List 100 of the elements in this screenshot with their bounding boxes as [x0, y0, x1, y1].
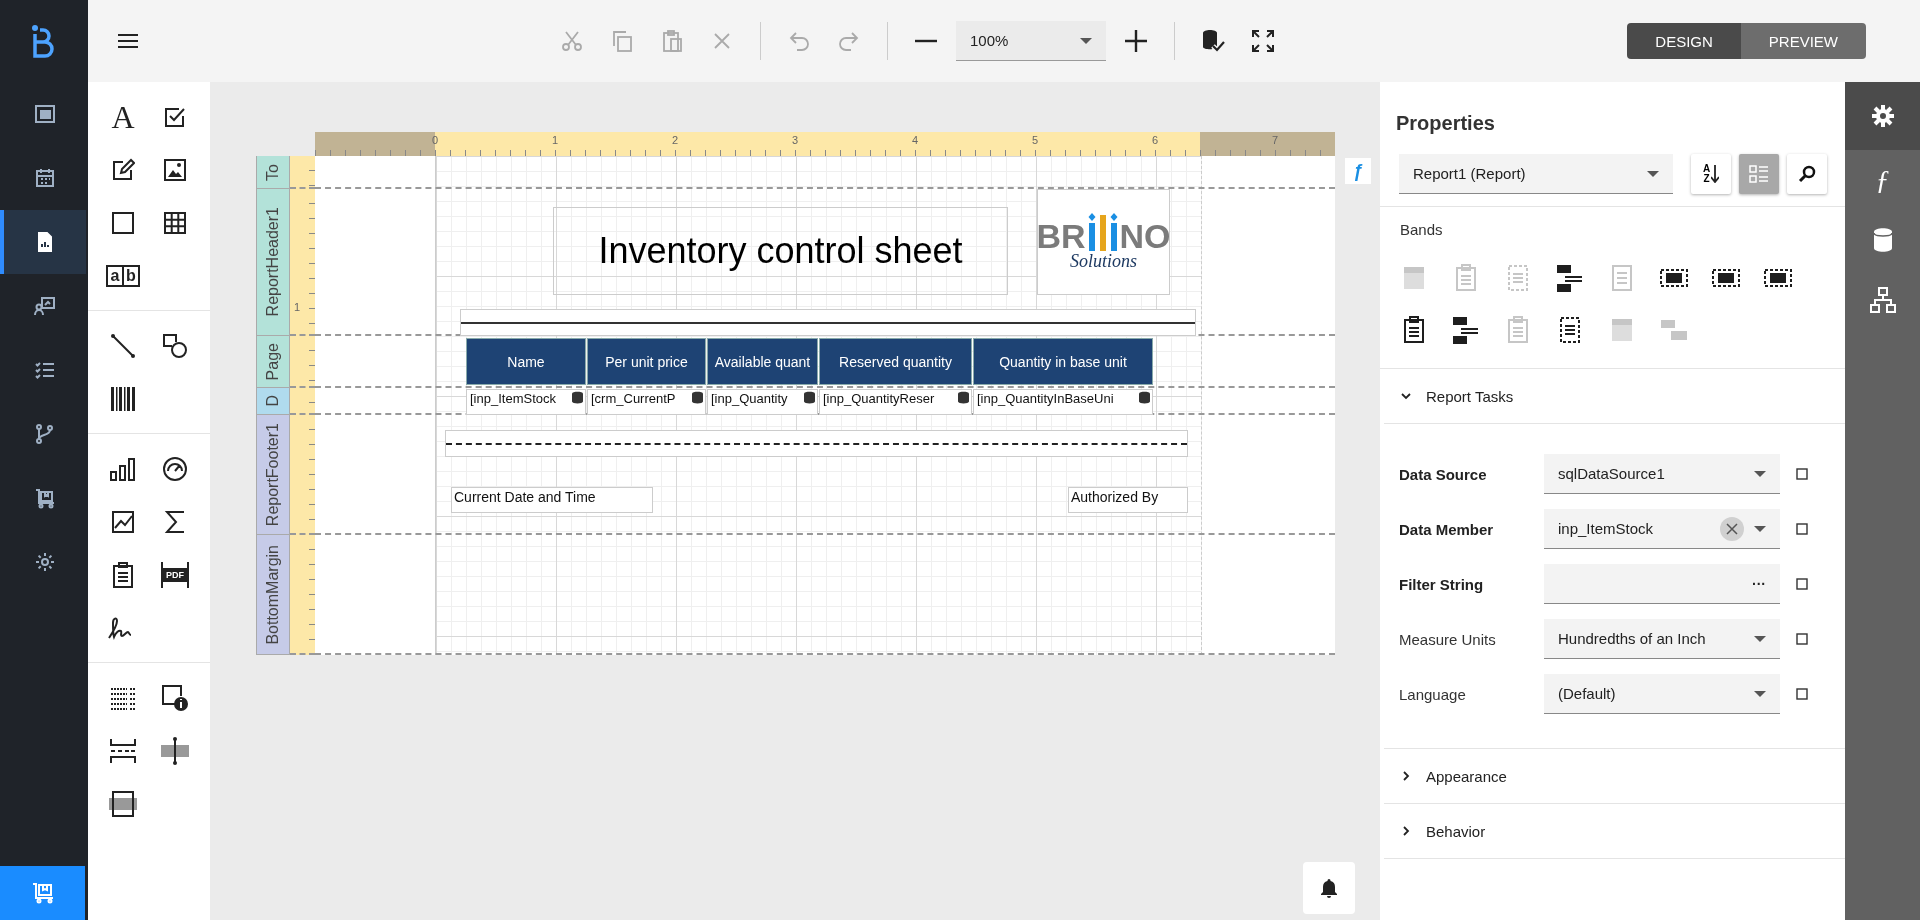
section-header[interactable]: Appearance — [1384, 749, 1845, 803]
close-icon — [1726, 522, 1738, 535]
square-icon[interactable] — [1796, 523, 1808, 535]
redo-icon — [837, 29, 861, 53]
label-tool[interactable]: A — [111, 101, 135, 132]
dropdown-field[interactable]: inp_ItemStock — [1544, 509, 1780, 549]
chart-tool[interactable] — [110, 456, 136, 481]
table-header-cell[interactable]: Per unit price — [587, 338, 706, 385]
hierarchy-icon — [1869, 287, 1896, 313]
property-label: Language — [1399, 685, 1467, 703]
panel-tool[interactable] — [111, 210, 135, 235]
paste-icon — [660, 29, 684, 53]
caret-icon — [1754, 470, 1766, 477]
line-control[interactable] — [460, 309, 1196, 336]
dropdown-field[interactable]: sqlDataSource1 — [1544, 454, 1780, 494]
toc-tool[interactable] — [110, 685, 136, 710]
branch-icon — [34, 423, 56, 445]
app-logo-icon — [31, 24, 57, 58]
database-icon — [572, 391, 583, 404]
search-icon — [1798, 165, 1816, 183]
edit-tool[interactable] — [111, 157, 135, 182]
square-icon[interactable] — [1796, 688, 1808, 700]
dropdown-field[interactable]: (Default) — [1544, 674, 1780, 714]
square-icon[interactable] — [1796, 578, 1808, 590]
band-label[interactable]: ReportFooter1 — [256, 415, 290, 535]
date-time-label[interactable]: Current Date and Time — [451, 487, 653, 513]
cart-button[interactable] — [0, 866, 85, 920]
settings-icon — [34, 551, 56, 573]
barcode-tool[interactable] — [110, 385, 136, 412]
settings-icon — [1869, 103, 1896, 129]
ruler-label: 7 — [1272, 134, 1279, 146]
mode-tab[interactable]: DESIGN — [1627, 23, 1741, 59]
bar-chart-icon — [110, 456, 136, 481]
side-tab[interactable]: ƒ — [1845, 150, 1920, 210]
cart-icon — [30, 882, 55, 904]
database-icon — [958, 391, 969, 404]
sparkline-tool[interactable] — [111, 509, 135, 534]
report-info-tool[interactable] — [112, 561, 134, 588]
view-toggle-button[interactable] — [1739, 154, 1779, 194]
ellipsis-button[interactable]: ··· — [1752, 575, 1766, 592]
view-toggle-button[interactable] — [1787, 154, 1827, 194]
view-toggle-button[interactable]: A Z — [1691, 154, 1731, 194]
checklist-icon — [34, 359, 56, 381]
clear-button[interactable] — [1720, 516, 1744, 541]
property-label: Measure Units — [1399, 630, 1497, 648]
filter-field[interactable]: ··· — [1544, 564, 1780, 604]
ruler-label: 1 — [552, 134, 559, 146]
cross-band-line-tool[interactable] — [161, 736, 189, 765]
line-tool[interactable] — [110, 332, 136, 359]
square-icon[interactable] — [1796, 468, 1808, 480]
image-icon — [34, 103, 56, 125]
info-icon — [161, 683, 189, 712]
notifications-button[interactable] — [1303, 862, 1355, 914]
section-header[interactable]: Behavior — [1384, 804, 1845, 858]
cross-band-box-tool[interactable] — [109, 789, 137, 818]
ruler-label: 3 — [792, 134, 799, 146]
band-icon — [1451, 315, 1481, 345]
zoom-select[interactable]: 100% — [956, 21, 1106, 61]
object-select[interactable]: Report1 (Report) — [1399, 154, 1673, 194]
nav-item[interactable] — [0, 210, 86, 274]
table-header-cell[interactable]: Available quant — [707, 338, 818, 385]
property-label: Data Member — [1399, 520, 1495, 538]
square-icon[interactable] — [1796, 633, 1808, 645]
page-break-tool[interactable] — [109, 737, 137, 764]
page-info-tool[interactable] — [161, 683, 189, 712]
categories-icon — [1749, 165, 1769, 183]
dropdown-field[interactable]: Hundredths of an Inch — [1544, 619, 1780, 659]
table-header-cell[interactable]: Reserved quantity — [819, 338, 972, 385]
table-tool[interactable] — [163, 210, 187, 235]
report-title[interactable]: Inventory control sheet — [553, 207, 1008, 295]
shape-tool[interactable] — [162, 332, 188, 359]
band-label[interactable]: BottomMargin — [256, 535, 290, 655]
gauge-tool[interactable] — [162, 455, 188, 482]
character-comb-tool[interactable]: a b — [106, 264, 140, 287]
property-label: Filter String — [1399, 575, 1485, 593]
band-label[interactable]: Page — [256, 336, 290, 388]
summary-tool[interactable] — [164, 509, 186, 534]
picture-tool[interactable] — [163, 157, 187, 182]
mode-tab[interactable]: PREVIEW — [1740, 23, 1866, 59]
band-label[interactable]: To — [256, 156, 290, 189]
line-chart-icon — [111, 509, 135, 534]
cross-band-line-icon — [161, 736, 189, 765]
database-icon — [804, 391, 815, 404]
table-icon — [163, 210, 187, 235]
table-header-cell[interactable]: Quantity in base unit — [973, 338, 1153, 385]
band-label[interactable]: D — [256, 388, 290, 415]
band-label[interactable]: ReportHeader1 — [256, 189, 290, 336]
ruler-label: 1 — [294, 301, 301, 313]
ruler-label: 5 — [1032, 134, 1039, 146]
line-control[interactable] — [445, 430, 1188, 457]
company-logo[interactable]: BR NO Solutions — [1037, 189, 1170, 295]
edit-icon — [111, 157, 135, 182]
signature-label[interactable]: Authorized By — [1068, 487, 1188, 513]
pdf-tool[interactable]: PDF — [161, 561, 189, 588]
section-header[interactable]: Report Tasks — [1384, 369, 1845, 423]
database-icon — [1139, 391, 1150, 404]
arrow-down-icon — [1711, 165, 1720, 183]
side-tab[interactable] — [1845, 82, 1920, 150]
table-header-cell[interactable]: Name — [466, 338, 586, 385]
caret-icon — [1754, 635, 1766, 642]
